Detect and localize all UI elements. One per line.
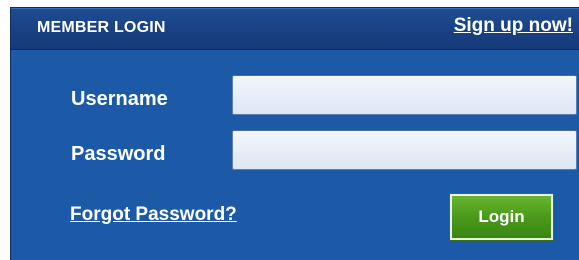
member-login-panel: MEMBER LOGIN Sign up now! Username Passw…: [0, 0, 579, 260]
panel-header: MEMBER LOGIN Sign up now!: [10, 7, 579, 50]
password-input[interactable]: [232, 130, 577, 170]
login-form: Username Password Forgot Password? Login: [10, 50, 579, 260]
panel-title: MEMBER LOGIN: [37, 19, 166, 36]
username-label: Username: [71, 88, 168, 110]
login-button[interactable]: Login: [449, 193, 554, 241]
password-label: Password: [71, 143, 166, 165]
forgot-password-link[interactable]: Forgot Password?: [70, 204, 237, 226]
username-input[interactable]: [232, 75, 577, 115]
sign-up-link[interactable]: Sign up now!: [454, 15, 573, 37]
